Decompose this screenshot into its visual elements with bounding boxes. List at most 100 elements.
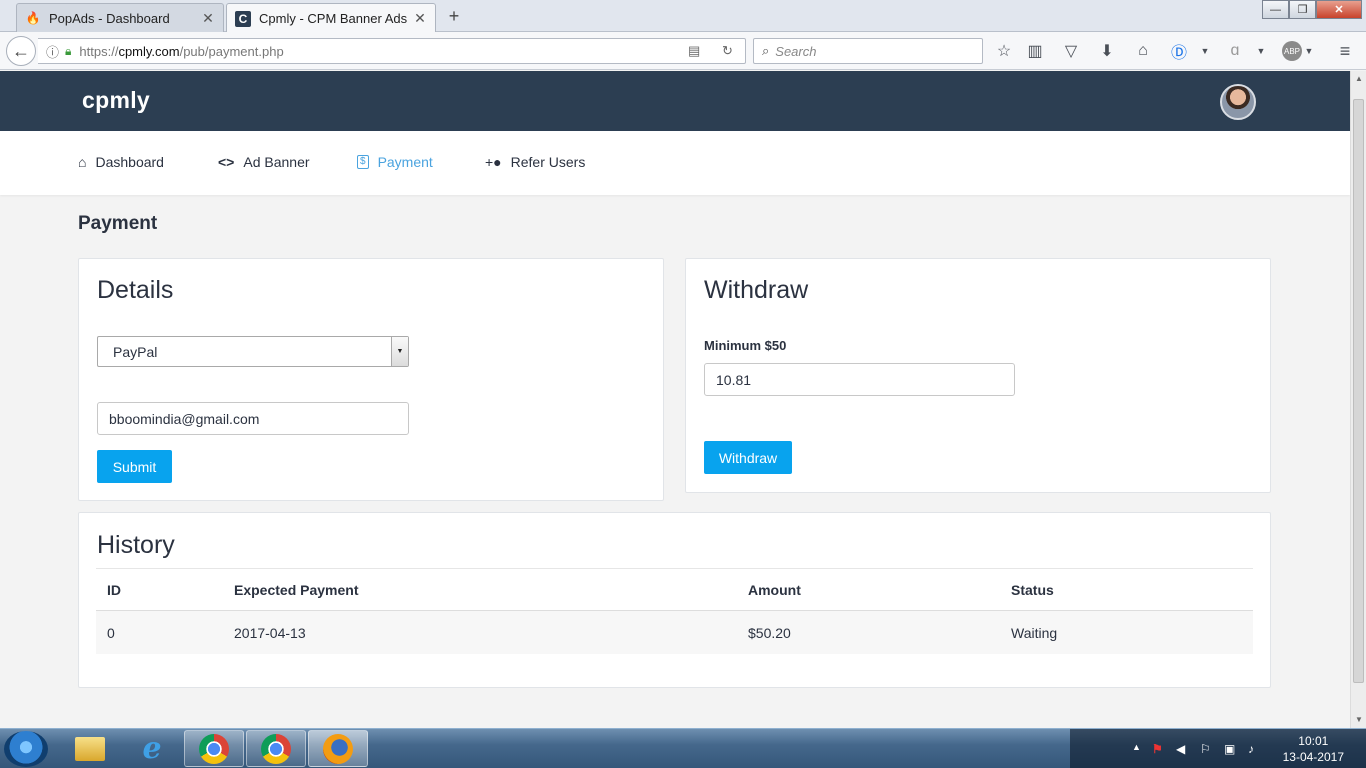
nav-item-refer-users[interactable]: +● Refer Users bbox=[485, 154, 585, 170]
history-title: History bbox=[97, 531, 175, 559]
windows-taskbar: e ▲ ⚑ ◀ ⚐ ▣ ♪ 10:01 13-04-2017 bbox=[0, 728, 1366, 768]
withdraw-button[interactable]: Withdraw bbox=[704, 441, 792, 474]
downloads-icon[interactable]: ⬇ bbox=[1094, 39, 1120, 63]
url-domain: cpmly.com bbox=[118, 43, 180, 59]
network-icon[interactable]: ▣ bbox=[1224, 742, 1235, 756]
add-user-icon: +● bbox=[485, 154, 502, 170]
history-table: ID Expected Payment Amount Status 0 2017… bbox=[96, 568, 1253, 654]
submit-button[interactable]: Submit bbox=[97, 450, 172, 483]
dollar-icon: $ bbox=[357, 155, 369, 169]
page-content: cpmly ⌂ Dashboard <> Ad Banner $ Payment… bbox=[0, 71, 1350, 728]
code-icon: <> bbox=[218, 154, 235, 170]
speaker-muted-icon[interactable]: ◀ bbox=[1176, 742, 1185, 756]
browser-tab-cpmly[interactable]: C Cpmly - CPM Banner Ads ✕ bbox=[226, 3, 436, 33]
history-card: History ID Expected Payment Amount Statu… bbox=[78, 512, 1271, 688]
column-header-id: ID bbox=[107, 581, 121, 598]
close-window-button[interactable]: ✕ bbox=[1316, 0, 1362, 19]
reload-icon[interactable]: ↻ bbox=[722, 43, 733, 59]
start-button[interactable] bbox=[4, 731, 48, 767]
download-manager-icon[interactable]: Ⓓ bbox=[1166, 39, 1192, 63]
folder-icon bbox=[75, 736, 105, 761]
firefox-icon bbox=[323, 733, 353, 764]
system-clock[interactable]: 10:01 13-04-2017 bbox=[1283, 733, 1344, 765]
cpmly-icon: C bbox=[235, 10, 251, 27]
window-controls: — ❒ ✕ bbox=[1262, 0, 1362, 19]
tab-title: Cpmly - CPM Banner Ads bbox=[259, 11, 408, 26]
taskbar-firefox[interactable] bbox=[308, 730, 368, 767]
back-button[interactable]: ← bbox=[6, 36, 36, 66]
volume-icon[interactable]: ♪ bbox=[1248, 742, 1254, 756]
clock-time: 10:01 bbox=[1298, 734, 1329, 748]
nav-label: Dashboard bbox=[95, 154, 164, 170]
nav-item-ad-banner[interactable]: <> Ad Banner bbox=[218, 154, 310, 170]
search-icon: ⌕ bbox=[762, 43, 770, 58]
table-header-row: ID Expected Payment Amount Status bbox=[96, 568, 1253, 611]
payment-method-value: PayPal bbox=[113, 343, 158, 360]
column-header-expected-payment: Expected Payment bbox=[234, 581, 359, 598]
close-tab-icon[interactable]: ✕ bbox=[413, 10, 427, 27]
lock-icon: 🔒︎ bbox=[65, 43, 72, 58]
table-row: 0 2017-04-13 $50.20 Waiting bbox=[96, 611, 1253, 654]
url-path: /pub/payment.php bbox=[179, 43, 284, 59]
taskbar-explorer[interactable] bbox=[60, 730, 120, 767]
bookmarks-menu-icon[interactable]: ▥ bbox=[1022, 39, 1048, 63]
scrollbar-thumb[interactable] bbox=[1353, 99, 1364, 683]
nav-label: Refer Users bbox=[510, 154, 586, 170]
search-input[interactable]: ⌕ Search bbox=[753, 38, 983, 64]
pocket-icon[interactable]: ▽ bbox=[1058, 39, 1084, 63]
avatar[interactable] bbox=[1220, 84, 1256, 120]
browser-tab-bar: 🔥 PopAds - Dashboard ✕ C Cpmly - CPM Ban… bbox=[0, 0, 1366, 33]
info-icon[interactable]: ⓘ bbox=[46, 42, 59, 61]
system-tray: ▲ ⚑ ◀ ⚐ ▣ ♪ 10:01 13-04-2017 bbox=[1070, 729, 1366, 768]
dropdown-arrow-icon[interactable]: ▼ bbox=[1296, 39, 1322, 63]
column-header-status: Status bbox=[1011, 581, 1054, 598]
taskbar-chrome-2[interactable] bbox=[246, 730, 306, 767]
taskbar-internet-explorer[interactable]: e bbox=[122, 730, 182, 767]
main-nav: ⌂ Dashboard <> Ad Banner $ Payment +● Re… bbox=[0, 131, 1350, 195]
details-card: Details PayPal ▼ bboomindia@gmail.com Su… bbox=[78, 258, 664, 501]
nav-label: Ad Banner bbox=[243, 154, 310, 170]
close-tab-icon[interactable]: ✕ bbox=[201, 10, 215, 27]
scroll-up-icon[interactable]: ▲ bbox=[1351, 71, 1366, 87]
chevron-down-icon[interactable]: ▼ bbox=[391, 337, 408, 366]
email-field[interactable]: bboomindia@gmail.com bbox=[97, 402, 409, 435]
withdraw-card: Withdraw Minimum $50 10.81 Withdraw bbox=[685, 258, 1271, 493]
site-logo[interactable]: cpmly bbox=[82, 87, 150, 114]
nav-item-payment[interactable]: $ Payment bbox=[357, 154, 433, 170]
address-bar[interactable]: ⓘ 🔒︎ https://cpmly.com/pub/payment.php ▤… bbox=[38, 38, 746, 64]
reader-view-icon[interactable]: ▤ bbox=[688, 43, 700, 59]
minimize-button[interactable]: — bbox=[1262, 0, 1289, 19]
nav-item-dashboard[interactable]: ⌂ Dashboard bbox=[78, 154, 164, 170]
internet-explorer-icon: e bbox=[142, 731, 162, 766]
dropdown-arrow-icon[interactable]: ▼ bbox=[1248, 39, 1274, 63]
page-title: Payment bbox=[78, 213, 158, 234]
withdraw-title: Withdraw bbox=[704, 276, 809, 304]
maximize-button[interactable]: ❒ bbox=[1289, 0, 1316, 19]
payment-method-select[interactable]: PayPal ▼ bbox=[97, 336, 409, 367]
dropdown-arrow-icon[interactable]: ▼ bbox=[1192, 39, 1218, 63]
new-tab-button[interactable]: + bbox=[444, 6, 464, 27]
home-button-icon[interactable]: ⌂ bbox=[1130, 39, 1156, 63]
popads-icon: 🔥 bbox=[25, 11, 41, 25]
details-title: Details bbox=[97, 276, 174, 304]
search-placeholder: Search bbox=[775, 43, 817, 59]
chrome-icon bbox=[199, 733, 229, 764]
show-hidden-icons-icon[interactable]: ▲ bbox=[1132, 742, 1141, 752]
cell-expected-payment: 2017-04-13 bbox=[234, 624, 306, 641]
search-engine-icon[interactable]: ɑ bbox=[1222, 39, 1248, 63]
cell-status: Waiting bbox=[1011, 624, 1058, 641]
browser-nav-bar: ← ⓘ 🔒︎ https://cpmly.com/pub/payment.php… bbox=[0, 32, 1366, 70]
scroll-down-icon[interactable]: ▼ bbox=[1351, 712, 1366, 728]
cell-amount: $50.20 bbox=[748, 624, 791, 641]
cell-id: 0 bbox=[107, 624, 115, 641]
site-header: cpmly bbox=[0, 71, 1350, 131]
vertical-scrollbar[interactable]: ▲ ▼ bbox=[1350, 71, 1366, 728]
bookmark-star-icon[interactable]: ☆ bbox=[991, 39, 1017, 63]
taskbar-chrome-1[interactable] bbox=[184, 730, 244, 767]
antivirus-icon[interactable]: ⚑ bbox=[1152, 742, 1163, 756]
action-center-icon[interactable]: ⚐ bbox=[1200, 742, 1211, 756]
column-header-amount: Amount bbox=[748, 581, 801, 598]
hamburger-menu-icon[interactable]: ≡ bbox=[1332, 39, 1358, 63]
browser-tab-popads[interactable]: 🔥 PopAds - Dashboard ✕ bbox=[16, 3, 224, 32]
withdraw-amount-input[interactable]: 10.81 bbox=[704, 363, 1015, 396]
